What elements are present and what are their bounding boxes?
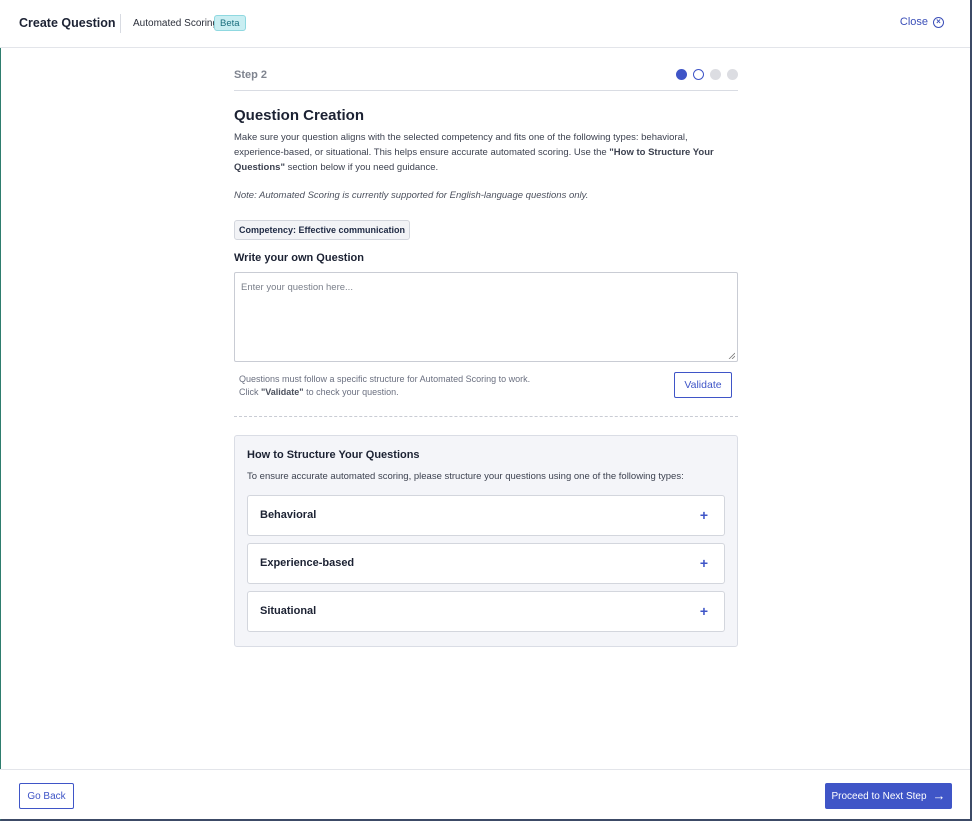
step-dot-4 — [727, 69, 738, 80]
step-dot-2 — [693, 69, 704, 80]
modal-header: Create Question Automated Scoring Beta C… — [0, 0, 970, 48]
close-label: Close — [899, 16, 928, 28]
proceed-next-step-button[interactable]: Proceed to Next Step → — [825, 783, 952, 809]
close-circle-icon: × — [933, 16, 944, 28]
arrow-right-icon: → — [932, 788, 946, 803]
structure-title: How to Structure Your Questions — [247, 449, 420, 461]
accordion-label: Experience-based — [260, 557, 355, 569]
question-textarea-wrapper — [234, 272, 738, 362]
accordion-situational[interactable]: Situational + — [247, 591, 725, 632]
hint-line-1: Questions must follow a specific structu… — [239, 374, 531, 384]
step-label: Step 2 — [234, 69, 268, 81]
step-dot-3 — [710, 69, 721, 80]
header-divider — [120, 14, 121, 33]
close-button[interactable]: Close × — [900, 16, 944, 28]
question-field-label: Write your own Question — [234, 252, 364, 264]
step-header: Step 2 — [234, 48, 738, 91]
accordion-label: Situational — [260, 605, 317, 617]
hint-bold: "Validate" — [261, 387, 304, 397]
go-back-button[interactable]: Go Back — [19, 783, 74, 809]
plus-icon: + — [699, 507, 708, 523]
section-title: Question Creation — [234, 107, 365, 124]
structure-guide-panel: How to Structure Your Questions To ensur… — [234, 435, 738, 647]
step-indicator — [676, 69, 738, 80]
accordion-label: Behavioral — [260, 509, 317, 521]
resize-handle-icon[interactable] — [728, 352, 735, 359]
accordion-experience-based[interactable]: Experience-based + — [247, 543, 725, 584]
beta-badge: Beta — [214, 15, 246, 31]
accordion-behavioral[interactable]: Behavioral + — [247, 495, 725, 536]
validation-row: Questions must follow a specific structu… — [234, 362, 738, 417]
hint-line-2: Click "Validate" to check your question. — [239, 386, 530, 399]
plus-icon: + — [699, 603, 708, 619]
plus-icon: + — [699, 555, 708, 571]
section-description: Make sure your question aligns with the … — [234, 130, 738, 175]
accordion-list: Behavioral + Experience-based + Situatio… — [247, 495, 725, 632]
next-label: Proceed to Next Step — [831, 790, 927, 802]
main-content: Step 2 Question Creation Make sure your … — [234, 48, 738, 647]
hint-text: Click — [239, 387, 261, 397]
structure-subtitle: To ensure accurate automated scoring, pl… — [247, 471, 684, 482]
modal-title: Create Question — [19, 16, 116, 30]
language-note: Note: Automated Scoring is currently sup… — [234, 190, 589, 201]
validation-hint: Questions must follow a specific structu… — [239, 373, 530, 399]
hint-text: to check your question. — [303, 387, 399, 397]
competency-tag: Competency: Effective communication — [234, 220, 411, 240]
modal-footer: Go Back Proceed to Next Step → — [0, 769, 970, 819]
step-dot-1 — [676, 69, 687, 80]
description-text-2: section below if you need guidance. — [284, 162, 439, 173]
header-subtitle: Automated Scoring — [133, 18, 219, 29]
question-input[interactable] — [235, 273, 737, 361]
validate-button[interactable]: Validate — [674, 372, 732, 398]
